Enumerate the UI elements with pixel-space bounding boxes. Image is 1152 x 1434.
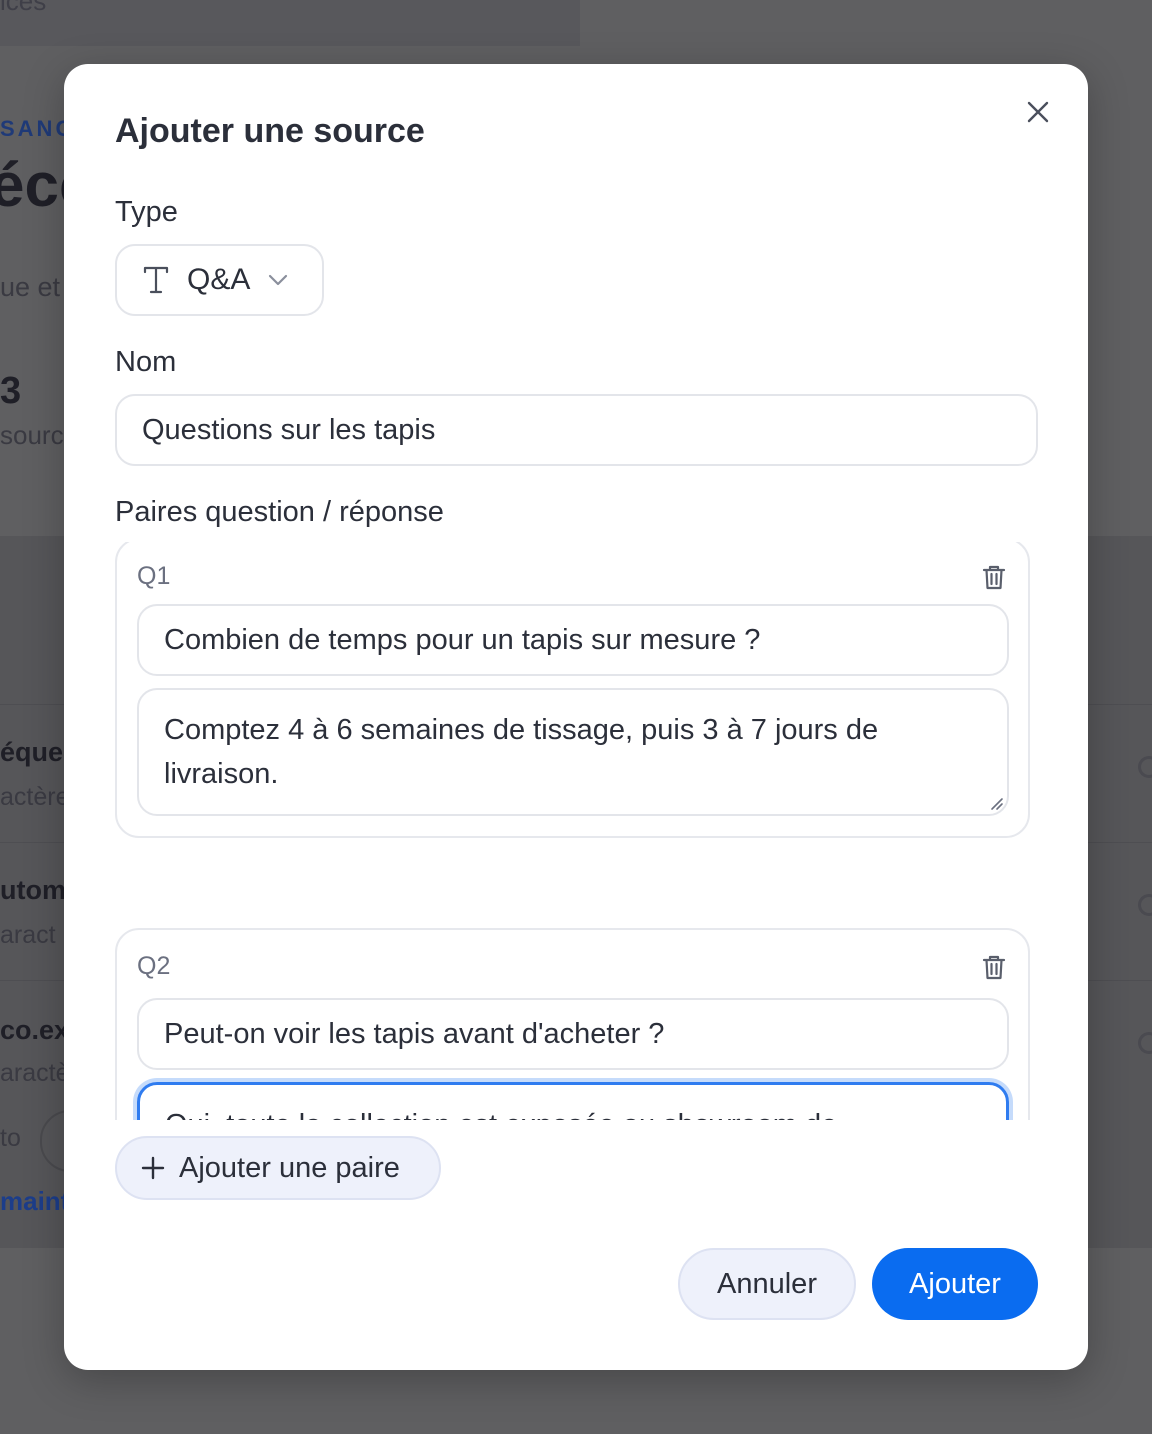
type-label: Type xyxy=(115,196,178,228)
background-count: 3 xyxy=(0,370,22,412)
background-row-subtitle: actère xyxy=(0,783,70,811)
background-count-label: sourc xyxy=(0,420,64,450)
resize-handle-icon[interactable] xyxy=(988,795,1004,811)
background-row-title: utom xyxy=(0,875,66,905)
answer-text: Comptez 4 à 6 semaines de tissage, puis … xyxy=(164,714,879,790)
pairs-label: Paires question / réponse xyxy=(115,496,444,528)
text-type-icon xyxy=(143,266,169,294)
trash-icon[interactable] xyxy=(979,952,1009,982)
pair-label: Q1 xyxy=(137,562,171,590)
background-top-text: ices xyxy=(0,0,47,16)
chevron-down-icon xyxy=(269,274,288,286)
background-row-title: équel xyxy=(0,737,71,767)
add-pair-label: Ajouter une paire xyxy=(179,1151,400,1184)
submit-button[interactable]: Ajouter xyxy=(872,1248,1038,1320)
type-select-value: Q&A xyxy=(187,263,251,296)
plus-icon xyxy=(141,1156,165,1180)
background-top-bar xyxy=(0,0,580,46)
pair-label: Q2 xyxy=(137,952,171,980)
trash-icon[interactable] xyxy=(979,562,1009,592)
type-select[interactable]: Q&A xyxy=(115,244,324,316)
background-row-title: co.ex xyxy=(0,1015,70,1045)
name-label: Nom xyxy=(115,346,177,378)
background-row-subtitle: aractè xyxy=(0,1059,70,1087)
background-subtitle: ue et xyxy=(0,272,61,302)
add-pair-button[interactable]: Ajouter une paire xyxy=(115,1136,441,1200)
background-link: maint xyxy=(0,1186,70,1216)
answer-textarea[interactable]: Oui, toute la collection est exposée au … xyxy=(137,1082,1009,1120)
question-input[interactable]: Peut-on voir les tapis avant d'acheter ? xyxy=(137,998,1009,1070)
answer-text: Oui, toute la collection est exposée au … xyxy=(165,1109,837,1120)
modal-title: Ajouter une source xyxy=(115,112,425,150)
answer-textarea[interactable]: Comptez 4 à 6 semaines de tissage, puis … xyxy=(137,688,1009,816)
background-to-text: to xyxy=(0,1124,21,1152)
background-row-subtitle: aract xyxy=(0,921,56,949)
close-icon xyxy=(1027,101,1049,123)
name-input[interactable]: Questions sur les tapis xyxy=(115,394,1038,466)
qa-pair-card: Q1 Combien de temps pour un tapis sur me… xyxy=(115,542,1030,838)
pairs-scroll-area[interactable]: Q1 Combien de temps pour un tapis sur me… xyxy=(115,542,1031,1120)
cancel-button[interactable]: Annuler xyxy=(678,1248,856,1320)
close-button[interactable] xyxy=(1020,94,1056,130)
question-input[interactable]: Combien de temps pour un tapis sur mesur… xyxy=(137,604,1009,676)
add-source-modal: Ajouter une source Type Q&A Nom Question… xyxy=(64,64,1088,1370)
qa-pair-card: Q2 Peut-on voir les tapis avant d'achete… xyxy=(115,928,1030,1120)
